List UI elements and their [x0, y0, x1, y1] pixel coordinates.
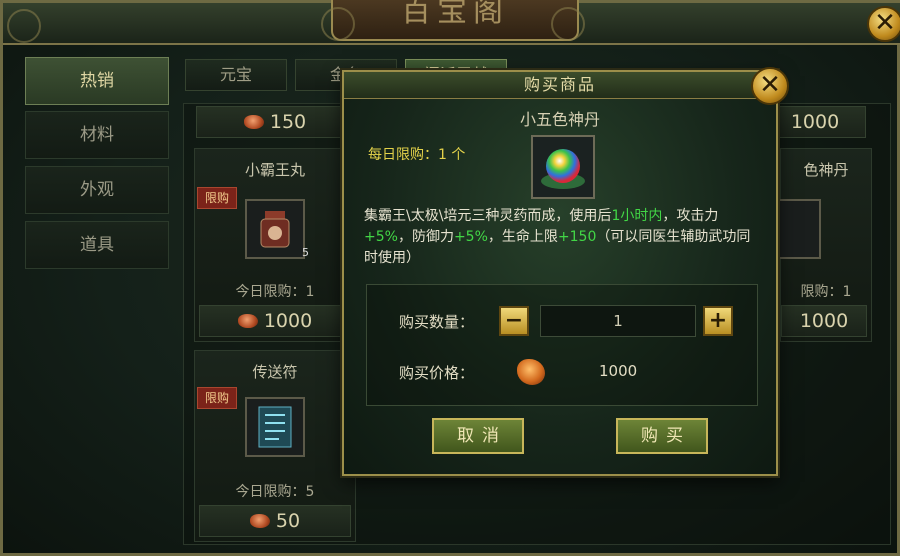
corner-ornament-icon	[551, 7, 585, 41]
coin-icon	[243, 115, 264, 129]
window-close-button[interactable]: ✕	[867, 6, 900, 42]
minus-icon: −	[504, 308, 524, 333]
item-icon: 5	[245, 199, 309, 259]
close-icon: ✕	[874, 8, 896, 38]
dialog-close-button[interactable]: ✕	[751, 67, 789, 105]
daily-limit: 今日限购：5	[235, 484, 315, 500]
price-label: 购买价格：	[399, 364, 475, 382]
item-price[interactable]: 1000	[764, 106, 866, 138]
decrease-quantity-button[interactable]: −	[499, 306, 529, 336]
window-title: 百宝阁	[401, 0, 509, 29]
item-price: 1000	[781, 305, 867, 337]
quantity-label: 购买数量：	[399, 313, 475, 331]
corner-ornament-icon	[7, 9, 41, 43]
sidebar-tab-hot[interactable]: 热销	[25, 57, 169, 105]
title-bar: 百宝阁	[3, 0, 900, 45]
title-plate: 百宝阁	[331, 0, 579, 41]
plus-icon: +	[708, 308, 728, 333]
item-name: 小霸王丸	[244, 161, 305, 179]
corner-ornament-icon	[321, 7, 355, 41]
coin-icon	[237, 314, 258, 328]
daily-limit: 每日限购：1 个	[368, 147, 466, 163]
colorful-pill-icon	[541, 149, 585, 189]
total-price: 1000	[599, 362, 638, 380]
item-icon	[531, 135, 595, 199]
close-icon: ✕	[759, 70, 781, 100]
sidebar-tab-materials[interactable]: 材料	[25, 111, 169, 159]
stack-count: 5	[302, 246, 309, 259]
item-icon	[245, 397, 305, 457]
buy-button[interactable]: 购买	[616, 418, 708, 454]
sidebar-tab-items[interactable]: 道具	[25, 221, 169, 269]
cancel-button[interactable]: 取消	[432, 418, 524, 454]
increase-quantity-button[interactable]: +	[703, 306, 733, 336]
item-name: 色神丹	[803, 161, 849, 179]
item-title: 小五色神丹	[519, 110, 600, 129]
item-description: 集霸王\太极\培元三种灵药而成，使用后1小时内，攻击力+5%，防御力+5%，生命…	[364, 208, 751, 266]
item-card-shendan[interactable]: 色神丹 限购：1 1000	[775, 148, 872, 342]
item-name: 传送符	[252, 363, 298, 381]
item-price: 1000	[199, 305, 351, 337]
limit-tag: 限购	[197, 387, 237, 409]
daily-limit: 限购：1	[800, 284, 852, 300]
sidebar-tab-appearance[interactable]: 外观	[25, 166, 169, 214]
item-card-chuansong[interactable]: 传送符 限购 今日限购：5 50	[194, 350, 356, 542]
item-icon	[775, 199, 821, 259]
purchase-dialog: 购买商品 小五色神丹 每日限购：1 个 集霸王\太极\培元三种灵药而成，使用后1…	[342, 70, 778, 476]
tab-yuanbao[interactable]: 元宝	[185, 59, 287, 91]
item-price: 50	[199, 505, 351, 537]
quantity-input[interactable]: 1	[540, 305, 696, 337]
daily-limit: 今日限购：1	[235, 284, 315, 300]
purchase-form: 购买数量： − 1 + 购买价格： 1000	[366, 284, 758, 406]
pill-bottle-icon	[260, 211, 290, 248]
coin-icon	[249, 514, 270, 528]
teleport-scroll-icon	[258, 406, 292, 448]
item-card-xiaobawang[interactable]: 小霸王丸 限购 5 今日限购：1 1000	[194, 148, 356, 342]
limit-tag: 限购	[197, 187, 237, 209]
coin-icon	[517, 359, 545, 385]
dialog-title: 购买商品	[344, 72, 776, 99]
item-price[interactable]: 150	[196, 106, 354, 138]
